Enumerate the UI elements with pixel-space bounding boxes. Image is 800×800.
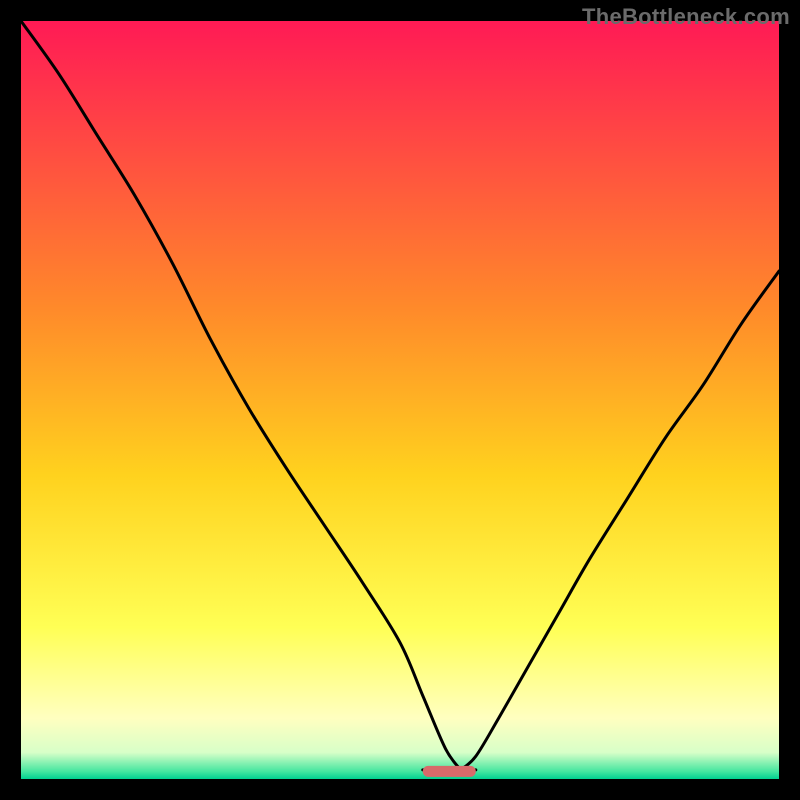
chart-canvas bbox=[21, 21, 779, 779]
chart-frame: TheBottleneck.com bbox=[0, 0, 800, 800]
optimum-marker bbox=[423, 766, 476, 777]
plot-area bbox=[21, 21, 779, 779]
gradient-background bbox=[21, 21, 779, 779]
optimum-marker-pill bbox=[423, 766, 476, 777]
watermark-text: TheBottleneck.com bbox=[582, 4, 790, 30]
